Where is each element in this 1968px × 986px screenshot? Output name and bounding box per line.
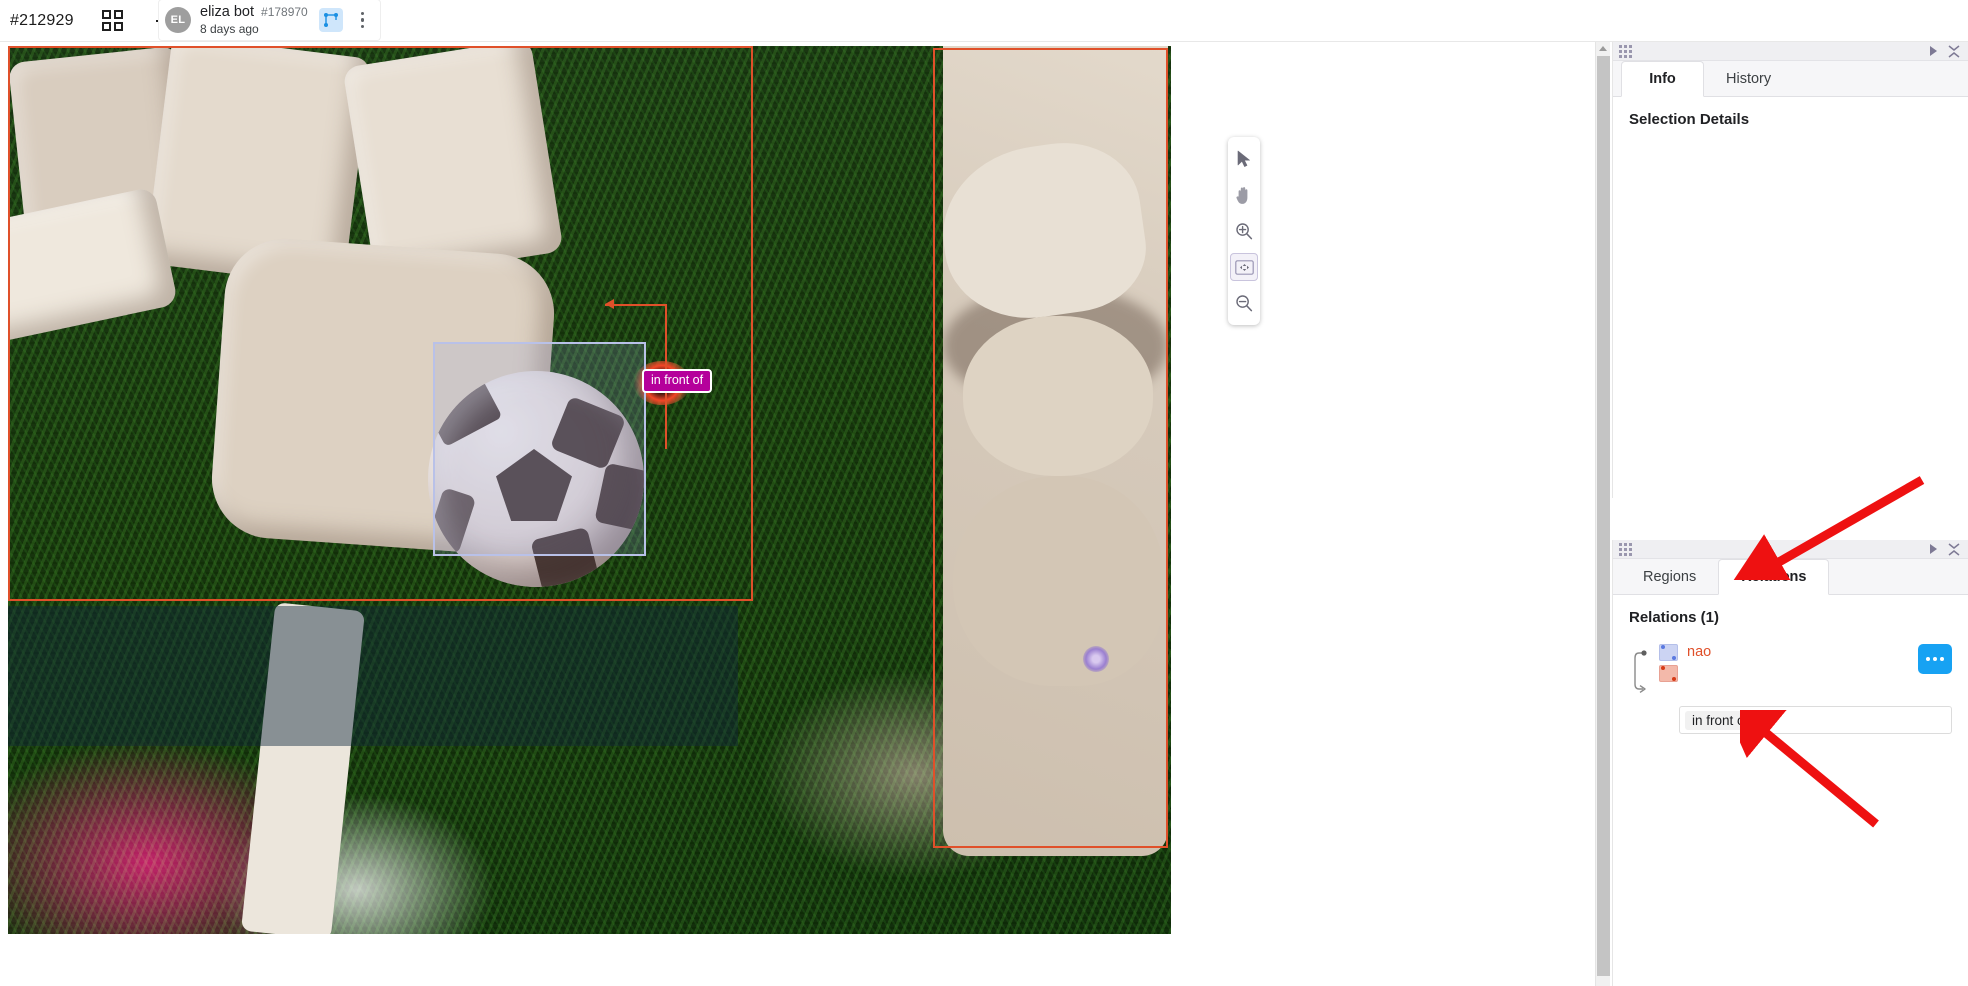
relation-bracket-icon (1631, 648, 1657, 694)
relation-tool-icon[interactable] (318, 8, 343, 32)
annotation-tool-app: #212929 EL eliza bot #178970 8 days ago (0, 0, 1968, 986)
relation-tag-chip[interactable]: in front of × (1685, 710, 1770, 730)
annotation-id: #178970 (261, 5, 308, 20)
zoom-out-tool[interactable] (1230, 289, 1258, 317)
task-id: #212929 (10, 11, 74, 29)
tab-history[interactable]: History (1704, 61, 1793, 97)
scroll-up-arrow-icon[interactable] (1599, 46, 1607, 51)
relations-panel: Regions Relations Relations (1) nao in f… (1612, 540, 1968, 986)
kebab-menu-icon[interactable] (354, 9, 372, 31)
select-tool[interactable] (1230, 145, 1258, 173)
play-triangle-icon[interactable] (1930, 46, 1937, 56)
fit-to-screen-tool[interactable] (1230, 253, 1258, 281)
info-panel: Info History Selection Details (1612, 42, 1968, 498)
user-meta: eliza bot #178970 8 days ago (200, 3, 308, 36)
panel-header-actions (1930, 542, 1960, 556)
pan-tool[interactable] (1230, 181, 1258, 209)
relations-panel-header (1613, 540, 1968, 559)
relations-panel-tabs: Regions Relations (1613, 559, 1968, 595)
tab-info[interactable]: Info (1621, 61, 1704, 97)
relation-glyph (323, 13, 338, 27)
relations-count-title: Relations (1) (1629, 609, 1720, 626)
annotation-user-card[interactable]: EL eliza bot #178970 8 days ago (159, 0, 380, 40)
tab-regions[interactable]: Regions (1621, 559, 1718, 595)
user-name: eliza bot (200, 4, 255, 21)
relation-connector-horizontal (605, 304, 667, 306)
info-panel-body: Selection Details (1613, 97, 1968, 142)
relations-panel-body: Relations (1) ball nao (1613, 595, 1968, 748)
canvas-tool-strip (1228, 137, 1260, 325)
robot-led (1083, 646, 1109, 672)
panel-header-actions (1930, 44, 1960, 58)
relation-to-label[interactable]: nao (1687, 644, 1711, 661)
drag-handle-icon[interactable] (1619, 44, 1632, 58)
annotated-photo[interactable]: in front of (8, 46, 1171, 934)
avatar: EL (165, 7, 191, 33)
collapse-icon[interactable] (1948, 542, 1960, 556)
canvas-scrollbar[interactable] (1595, 42, 1610, 986)
hand-icon (1236, 186, 1248, 204)
relation-bracket-glyph (1634, 650, 1647, 693)
zoom-in-tool[interactable] (1230, 217, 1258, 245)
image-canvas[interactable]: in front of (0, 42, 1595, 986)
relation-region-names: ball nao (1687, 644, 1711, 661)
relation-arrow-head (605, 299, 614, 309)
robot-part (953, 476, 1163, 686)
play-triangle-icon[interactable] (1930, 544, 1937, 554)
fit-screen-icon (1234, 259, 1254, 275)
relation-tag-label: in front of (1692, 712, 1749, 728)
relation-more-button[interactable] (1918, 644, 1952, 674)
zoom-in-icon (1236, 223, 1253, 240)
grid-icon (102, 10, 124, 31)
region-thumbnail-nao (1659, 665, 1678, 682)
top-toolbar: #212929 EL eliza bot #178970 8 days ago (0, 0, 1968, 42)
user-line-primary: eliza bot #178970 (200, 3, 308, 21)
selection-details-title: Selection Details (1629, 111, 1750, 128)
collapse-icon[interactable] (1948, 44, 1960, 58)
tab-relations[interactable]: Relations (1718, 559, 1830, 595)
scrollbar-thumb[interactable] (1597, 56, 1610, 976)
grid-view-button[interactable] (96, 4, 130, 38)
info-panel-tabs: Info History (1613, 61, 1968, 97)
timestamp: 8 days ago (200, 21, 259, 36)
info-panel-header (1613, 42, 1968, 61)
relation-region-thumbnails (1659, 644, 1678, 682)
ball-shading (428, 371, 644, 587)
relation-badge[interactable]: in front of (642, 369, 713, 393)
drag-handle-icon[interactable] (1619, 542, 1632, 556)
robot-part (963, 316, 1153, 476)
relation-tag-input[interactable]: in front of × (1679, 706, 1952, 734)
relation-tag-remove-icon[interactable]: × (1755, 713, 1763, 728)
relation-row[interactable]: ball nao (1629, 644, 1952, 694)
region-thumbnail-ball (1659, 644, 1678, 661)
cursor-icon (1237, 150, 1250, 167)
robot-right (932, 46, 1168, 856)
floor-shadow (8, 606, 738, 746)
zoom-out-icon (1236, 295, 1253, 312)
soccer-ball (428, 371, 644, 587)
